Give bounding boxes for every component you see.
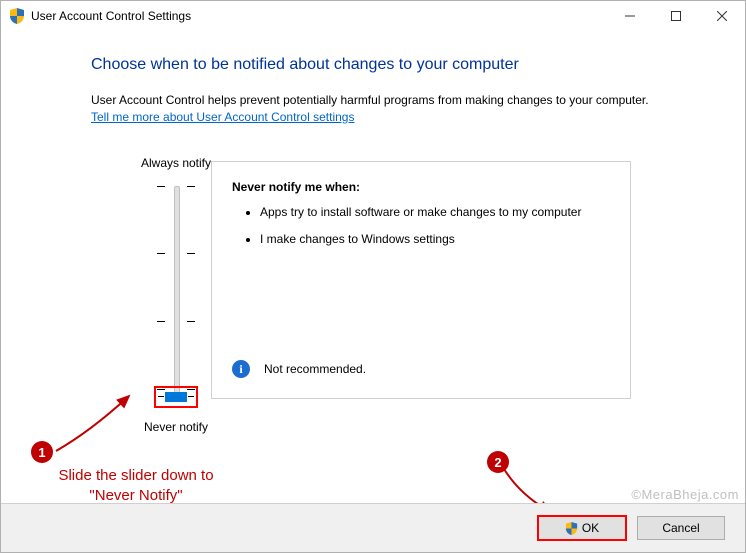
description-line: User Account Control helps prevent poten… bbox=[91, 93, 649, 107]
main-heading: Choose when to be notified about changes… bbox=[91, 56, 705, 74]
titlebar: User Account Control Settings bbox=[1, 1, 745, 31]
annotation-line-1: Slide the slider down to bbox=[58, 467, 213, 484]
panel-title: Never notify me when: bbox=[232, 180, 610, 194]
uac-window: User Account Control Settings Choose whe… bbox=[0, 0, 746, 553]
slider-tick bbox=[157, 321, 165, 322]
info-icon: i bbox=[232, 360, 250, 378]
uac-shield-icon bbox=[9, 8, 25, 24]
annotation-text: Slide the slider down to "Never Notify" bbox=[21, 466, 251, 505]
slider-tick bbox=[157, 253, 165, 254]
learn-more-link[interactable]: Tell me more about User Account Control … bbox=[91, 110, 354, 124]
uac-shield-icon bbox=[565, 522, 578, 535]
maximize-icon bbox=[671, 11, 681, 21]
slider-bottom-label: Never notify bbox=[121, 420, 231, 434]
slider-thumb-highlight bbox=[154, 386, 198, 408]
slider-tick bbox=[187, 186, 195, 187]
content-area: Choose when to be notified about changes… bbox=[1, 31, 745, 126]
cancel-button[interactable]: Cancel bbox=[637, 516, 725, 540]
annotation-line-2: "Never Notify" bbox=[89, 487, 182, 504]
footer: OK Cancel bbox=[1, 503, 745, 552]
slider-tick bbox=[187, 253, 195, 254]
close-icon bbox=[717, 11, 727, 21]
panel-list-item: Apps try to install software or make cha… bbox=[260, 204, 610, 221]
panel-list-item: I make changes to Windows settings bbox=[260, 231, 610, 248]
recommendation-row: i Not recommended. bbox=[232, 360, 366, 378]
annotation-badge-1: 1 bbox=[31, 441, 53, 463]
minimize-button[interactable] bbox=[607, 1, 653, 31]
ok-button[interactable]: OK bbox=[537, 515, 627, 541]
slider-tick bbox=[187, 321, 195, 322]
window-title: User Account Control Settings bbox=[31, 9, 191, 23]
slider-tick bbox=[157, 186, 165, 187]
minimize-icon bbox=[625, 11, 635, 21]
panel-list: Apps try to install software or make cha… bbox=[232, 204, 610, 248]
close-button[interactable] bbox=[699, 1, 745, 31]
slider-tick bbox=[188, 396, 194, 397]
description-text: User Account Control helps prevent poten… bbox=[91, 92, 705, 126]
watermark: ©MeraBheja.com bbox=[631, 487, 739, 502]
maximize-button[interactable] bbox=[653, 1, 699, 31]
notification-slider[interactable] bbox=[151, 180, 201, 400]
detail-panel: Never notify me when: Apps try to instal… bbox=[211, 161, 631, 399]
slider-thumb[interactable] bbox=[165, 392, 187, 402]
window-controls bbox=[607, 1, 745, 31]
slider-tick bbox=[158, 396, 164, 397]
recommendation-text: Not recommended. bbox=[264, 362, 366, 376]
annotation-badge-2: 2 bbox=[487, 451, 509, 473]
cancel-button-label: Cancel bbox=[662, 521, 699, 535]
ok-button-label: OK bbox=[582, 521, 599, 535]
slider-track bbox=[174, 186, 180, 394]
